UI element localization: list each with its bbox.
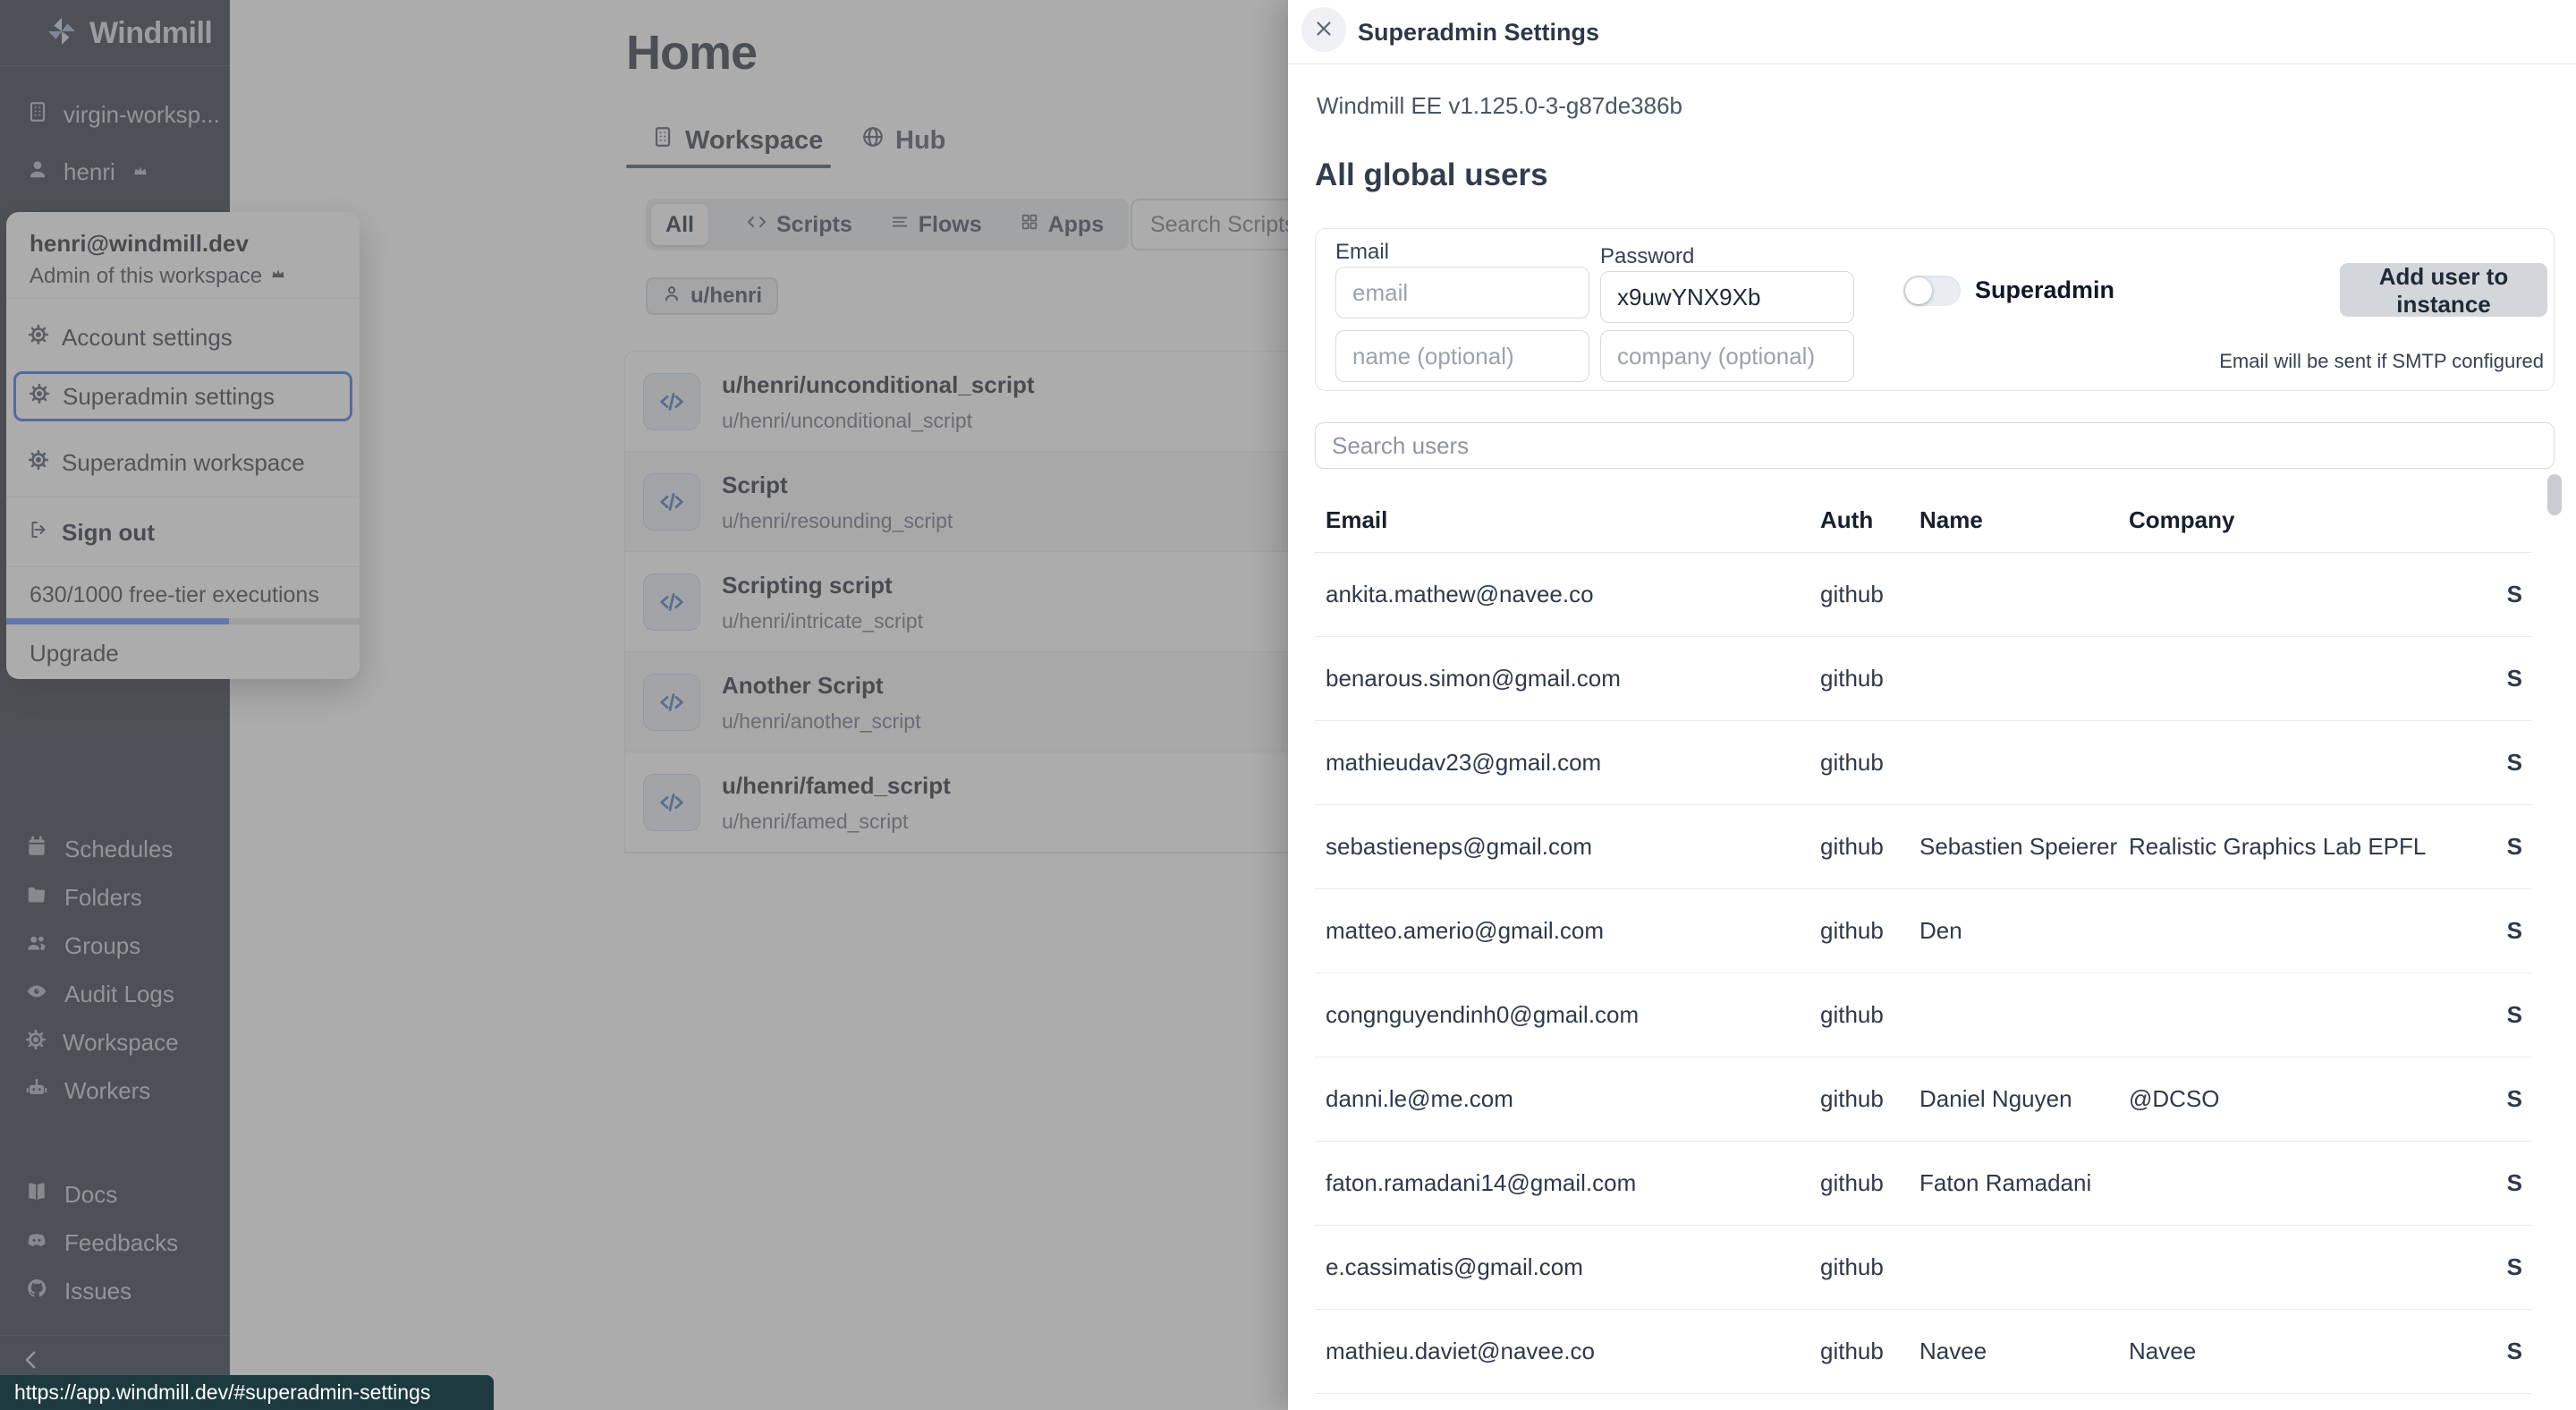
row-action-link[interactable]: S <box>2507 665 2522 711</box>
user-company-cell: Navee <box>2129 1338 2196 1365</box>
user-email-cell: matteo.amerio@gmail.com <box>1326 917 1604 945</box>
user-table-row: matteo.amerio@gmail.com github Den S <box>1315 889 2531 973</box>
new-user-email-field[interactable] <box>1335 267 1589 319</box>
password-label: Password <box>1600 244 1694 269</box>
user-table-row: mathieudav23@gmail.com github S <box>1315 721 2531 805</box>
row-action-link[interactable]: S <box>2507 1169 2522 1216</box>
users-table: Email Auth Name Company ankita.mathew@na… <box>1315 494 2531 1394</box>
row-action-link[interactable]: S <box>2507 1253 2522 1300</box>
user-table-row: sebastieneps@gmail.com github Sebastien … <box>1315 805 2531 889</box>
row-action-link[interactable]: S <box>2507 1085 2522 1132</box>
user-auth-cell: github <box>1820 1169 1884 1197</box>
user-auth-cell: github <box>1820 665 1884 692</box>
user-auth-cell: github <box>1820 1338 1884 1365</box>
user-email-cell: ankita.mathew@navee.co <box>1326 581 1594 608</box>
user-auth-cell: github <box>1820 833 1884 861</box>
user-auth-cell: github <box>1820 1085 1884 1113</box>
user-name-cell: Den <box>1919 917 1962 945</box>
col-name: Name <box>1919 506 1983 534</box>
user-table-row: danni.le@me.com github Daniel Nguyen @DC… <box>1315 1058 2531 1142</box>
new-user-company-field[interactable] <box>1600 330 1854 382</box>
col-auth: Auth <box>1820 506 1873 534</box>
user-email-cell: sebastieneps@gmail.com <box>1326 833 1592 861</box>
close-drawer-button[interactable] <box>1301 7 1346 52</box>
user-email-cell: benarous.simon@gmail.com <box>1326 665 1621 692</box>
row-action-link[interactable]: S <box>2507 749 2522 795</box>
user-auth-cell: github <box>1820 1253 1884 1281</box>
search-users-input[interactable] <box>1315 422 2555 469</box>
add-user-button[interactable]: Add user to instance <box>2340 263 2547 317</box>
user-auth-cell: github <box>1820 581 1884 608</box>
superadmin-toggle-label: Superadmin <box>1975 276 2114 304</box>
user-table-row: e.cassimatis@gmail.com github S <box>1315 1226 2531 1310</box>
user-table-row: benarous.simon@gmail.com github S <box>1315 637 2531 721</box>
toggle-knob <box>1905 277 1932 304</box>
user-auth-cell: github <box>1820 917 1884 945</box>
user-auth-cell: github <box>1820 1001 1884 1029</box>
user-table-row: faton.ramadani14@gmail.com github Faton … <box>1315 1142 2531 1226</box>
scrollbar-thumb[interactable] <box>2547 474 2562 515</box>
superadmin-settings-drawer: Superadmin Settings Windmill EE v1.125.0… <box>1288 0 2576 1410</box>
user-table-row: mathieu.daviet@navee.co github Navee Nav… <box>1315 1310 2531 1394</box>
col-company: Company <box>2129 506 2234 534</box>
user-name-cell: Faton Ramadani <box>1919 1169 2091 1197</box>
row-action-link[interactable]: S <box>2507 1001 2522 1048</box>
user-name-cell: Navee <box>1919 1338 1987 1365</box>
user-name-cell: Sebastien Speierer <box>1919 833 2117 861</box>
browser-status-bar: https://app.windmill.dev/#superadmin-set… <box>0 1375 494 1410</box>
row-action-link[interactable]: S <box>2507 833 2522 879</box>
email-label: Email <box>1335 240 1389 265</box>
col-email: Email <box>1326 506 1387 534</box>
add-user-form: Email Password Superadmin Add user to in… <box>1315 228 2555 391</box>
row-action-link[interactable]: S <box>2507 1338 2522 1384</box>
windmill-app: Windmill virgin-worksp... henri Schedule… <box>0 0 2576 1410</box>
status-url: https://app.windmill.dev/#superadmin-set… <box>0 1380 430 1405</box>
smtp-note: Email will be sent if SMTP configured <box>2219 350 2544 373</box>
version-text: Windmill EE v1.125.0-3-g87de386b <box>1317 92 1682 120</box>
new-user-password-field[interactable] <box>1600 271 1854 323</box>
user-name-cell: Daniel Nguyen <box>1919 1085 2072 1113</box>
user-email-cell: mathieudav23@gmail.com <box>1326 749 1601 777</box>
all-global-users-heading: All global users <box>1315 157 1548 193</box>
user-email-cell: danni.le@me.com <box>1326 1085 1513 1113</box>
user-company-cell: Realistic Graphics Lab EPFL <box>2129 833 2426 861</box>
superadmin-toggle[interactable] <box>1903 276 1961 306</box>
user-table-row: congnguyendinh0@gmail.com github S <box>1315 973 2531 1058</box>
user-table-row: ankita.mathew@navee.co github S <box>1315 553 2531 637</box>
user-auth-cell: github <box>1820 749 1884 777</box>
users-table-header: Email Auth Name Company <box>1315 494 2531 553</box>
user-company-cell: @DCSO <box>2129 1085 2220 1113</box>
row-action-link[interactable]: S <box>2507 917 2522 964</box>
close-icon <box>1312 17 1335 43</box>
new-user-name-field[interactable] <box>1335 330 1589 382</box>
user-email-cell: mathieu.daviet@navee.co <box>1326 1338 1595 1365</box>
user-email-cell: congnguyendinh0@gmail.com <box>1326 1001 1639 1029</box>
drawer-title: Superadmin Settings <box>1358 19 1599 47</box>
user-email-cell: faton.ramadani14@gmail.com <box>1326 1169 1636 1197</box>
row-action-link[interactable]: S <box>2507 581 2522 627</box>
user-email-cell: e.cassimatis@gmail.com <box>1326 1253 1583 1281</box>
